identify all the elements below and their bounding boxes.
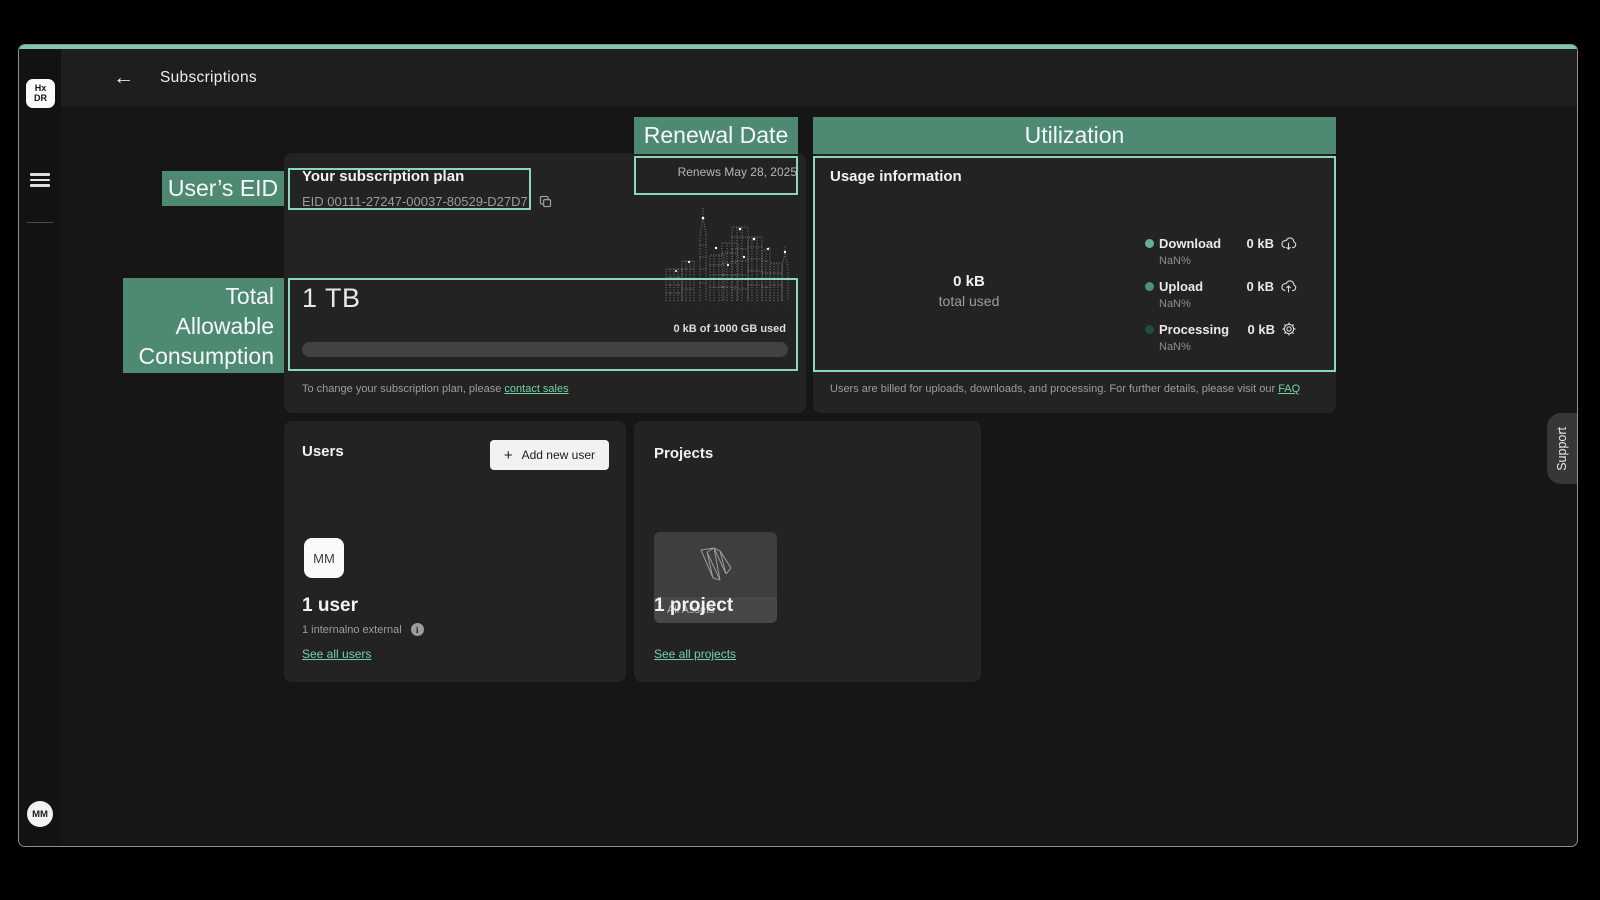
annotation-utilization: Utilization <box>813 117 1336 154</box>
faq-link[interactable]: FAQ <box>1278 383 1300 395</box>
wireframe-asset-icon <box>693 544 739 586</box>
hamburger-menu-icon[interactable] <box>30 170 50 190</box>
hxdr-logo-line2: DR <box>26 94 55 104</box>
project-count: 1 project <box>654 595 733 617</box>
utilization-footer: Users are billed for uploads, downloads,… <box>830 383 1300 395</box>
user-count: 1 user <box>302 595 358 617</box>
annotation-utilization-outline <box>813 156 1336 372</box>
users-card-title: Users <box>302 443 344 460</box>
user-breakdown: 1 internalno external i <box>302 623 424 636</box>
users-card: Users + Add new user MM 1 user 1 interna… <box>284 421 626 682</box>
page-title: Subscriptions <box>160 69 257 87</box>
annotation-users-eid: User’s EID <box>162 171 284 206</box>
top-bar: ← Subscriptions <box>61 49 1577 106</box>
annotation-users-eid-outline <box>288 168 531 210</box>
annotation-total-allowable-outline <box>288 278 798 371</box>
projects-card-title: Projects <box>654 445 713 462</box>
member-avatar[interactable]: MM <box>304 538 344 578</box>
copy-icon[interactable] <box>538 194 553 209</box>
plus-icon: + <box>504 447 513 464</box>
top-accent-bar <box>19 45 1577 49</box>
support-tab[interactable]: Support <box>1547 413 1577 484</box>
hxdr-logo[interactable]: Hx DR <box>26 79 55 108</box>
see-all-users-link[interactable]: See all users <box>302 647 371 661</box>
add-new-user-button[interactable]: + Add new user <box>490 440 609 470</box>
annotation-total-allowable-consumption: Total Allowable Consumption <box>123 278 284 373</box>
sidebar: Hx DR MM <box>19 49 61 846</box>
user-avatar[interactable]: MM <box>27 801 53 827</box>
subscription-footer: To change your subscription plan, please… <box>302 383 569 395</box>
annotation-renewal-date-outline <box>634 156 798 195</box>
projects-card: Projects All Assets 1 project See all pr… <box>634 421 981 682</box>
see-all-projects-link[interactable]: See all projects <box>654 647 736 661</box>
info-icon[interactable]: i <box>411 623 424 636</box>
back-arrow-icon[interactable]: ← <box>113 67 134 88</box>
contact-sales-link[interactable]: contact sales <box>504 383 568 395</box>
sidebar-divider <box>27 222 53 223</box>
app-window: Hx DR MM ← Subscriptions Your subscripti… <box>18 44 1578 847</box>
annotation-renewal-date: Renewal Date <box>634 117 798 154</box>
